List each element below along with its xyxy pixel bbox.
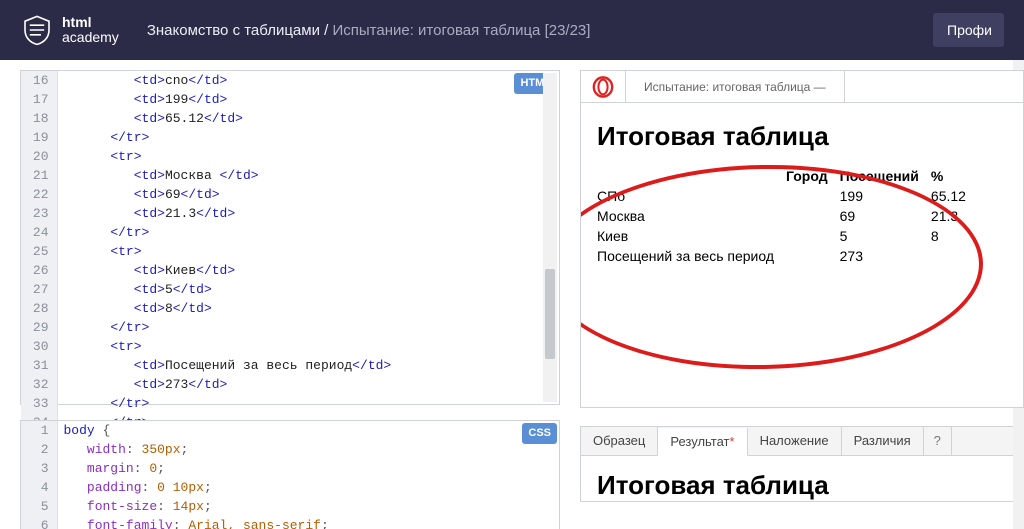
html-editor[interactable]: HTML 16 <td>cno</td>17 <td>199</td>18 <t… (20, 70, 560, 405)
preview-table: ГородПосещений%СПб19965.12Москва6921.3Ки… (597, 166, 978, 266)
code-line[interactable]: 5 font-size: 14px; (21, 497, 559, 516)
table-row: Киев58 (597, 226, 978, 246)
tab-Результат[interactable]: Результат* (658, 428, 747, 456)
left-column: HTML 16 <td>cno</td>17 <td>199</td>18 <t… (20, 60, 560, 529)
code-line[interactable]: 17 <td>199</td> (21, 90, 559, 109)
code-line[interactable]: 30 <tr> (21, 337, 559, 356)
code-line[interactable]: 20 <tr> (21, 147, 559, 166)
bottom-heading: Итоговая таблица (597, 470, 1007, 501)
table-row: СПб19965.12 (597, 186, 978, 206)
bottom-content: Итоговая таблица (581, 456, 1023, 501)
editor-scrollbar[interactable] (543, 73, 557, 402)
tabs-row: ОбразецРезультат*НаложениеРазличия? (581, 427, 1023, 456)
code-line[interactable]: 2 width: 350px; (21, 440, 559, 459)
code-line[interactable]: 1body { (21, 421, 559, 440)
code-line[interactable]: 25 <tr> (21, 242, 559, 261)
preview-heading: Итоговая таблица (597, 121, 1007, 152)
preview-chrome: Испытание: итоговая таблица — (581, 71, 1023, 103)
tab-Наложение[interactable]: Наложение (748, 427, 842, 455)
opera-icon (591, 75, 615, 99)
css-editor[interactable]: CSS 1body {2 width: 350px;3 margin: 0;4 … (20, 420, 560, 529)
code-line[interactable]: 23 <td>21.3</td> (21, 204, 559, 223)
profile-button[interactable]: Профи (933, 13, 1004, 47)
code-line[interactable]: 21 <td>Москва </td> (21, 166, 559, 185)
tab-Образец[interactable]: Образец (581, 427, 658, 455)
css-badge: CSS (522, 423, 557, 444)
table-header: Посещений (840, 166, 931, 186)
workspace: HTML 16 <td>cno</td>17 <td>199</td>18 <t… (0, 60, 1024, 529)
code-line[interactable]: 4 padding: 0 10px; (21, 478, 559, 497)
help-button[interactable]: ? (924, 427, 952, 455)
table-header (597, 166, 786, 186)
shield-icon (20, 13, 54, 47)
right-column: Испытание: итоговая таблица — Итоговая т… (580, 60, 1024, 529)
preview-tab-title[interactable]: Испытание: итоговая таблица — (625, 71, 845, 102)
table-row: Посещений за весь период273 (597, 246, 978, 266)
code-line[interactable]: 19 </tr> (21, 128, 559, 147)
code-line[interactable]: 18 <td>65.12</td> (21, 109, 559, 128)
preview-body: Итоговая таблица ГородПосещений%СПб19965… (581, 103, 1023, 266)
code-line[interactable]: 22 <td>69</td> (21, 185, 559, 204)
code-line[interactable]: 26 <td>Киев</td> (21, 261, 559, 280)
table-row: Москва6921.3 (597, 206, 978, 226)
code-line[interactable]: 24 </tr> (21, 223, 559, 242)
code-line[interactable]: 31 <td>Посещений за весь период</td> (21, 356, 559, 375)
code-line[interactable]: 29 </tr> (21, 318, 559, 337)
code-line[interactable]: 28 <td>8</td> (21, 299, 559, 318)
code-line[interactable]: 32 <td>273</td> (21, 375, 559, 394)
table-header: Город (786, 166, 840, 186)
tab-Различия[interactable]: Различия (842, 427, 924, 455)
top-bar: htmlacademy Знакомство с таблицами / Исп… (0, 0, 1024, 60)
preview-frame: Испытание: итоговая таблица — Итоговая т… (580, 70, 1024, 408)
code-line[interactable]: 27 <td>5</td> (21, 280, 559, 299)
logo-text: htmlacademy (62, 15, 119, 44)
code-line[interactable]: 33 </tr> (21, 394, 559, 413)
code-line[interactable]: 6 font-family: Arial, sans-serif; (21, 516, 559, 529)
code-line[interactable]: 16 <td>cno</td> (21, 71, 559, 90)
code-line[interactable]: 3 margin: 0; (21, 459, 559, 478)
table-header: % (931, 166, 978, 186)
bottom-panel: ОбразецРезультат*НаложениеРазличия? Итог… (580, 426, 1024, 502)
breadcrumb[interactable]: Знакомство с таблицами / Испытание: итог… (147, 22, 591, 39)
logo[interactable]: htmlacademy (20, 13, 119, 47)
